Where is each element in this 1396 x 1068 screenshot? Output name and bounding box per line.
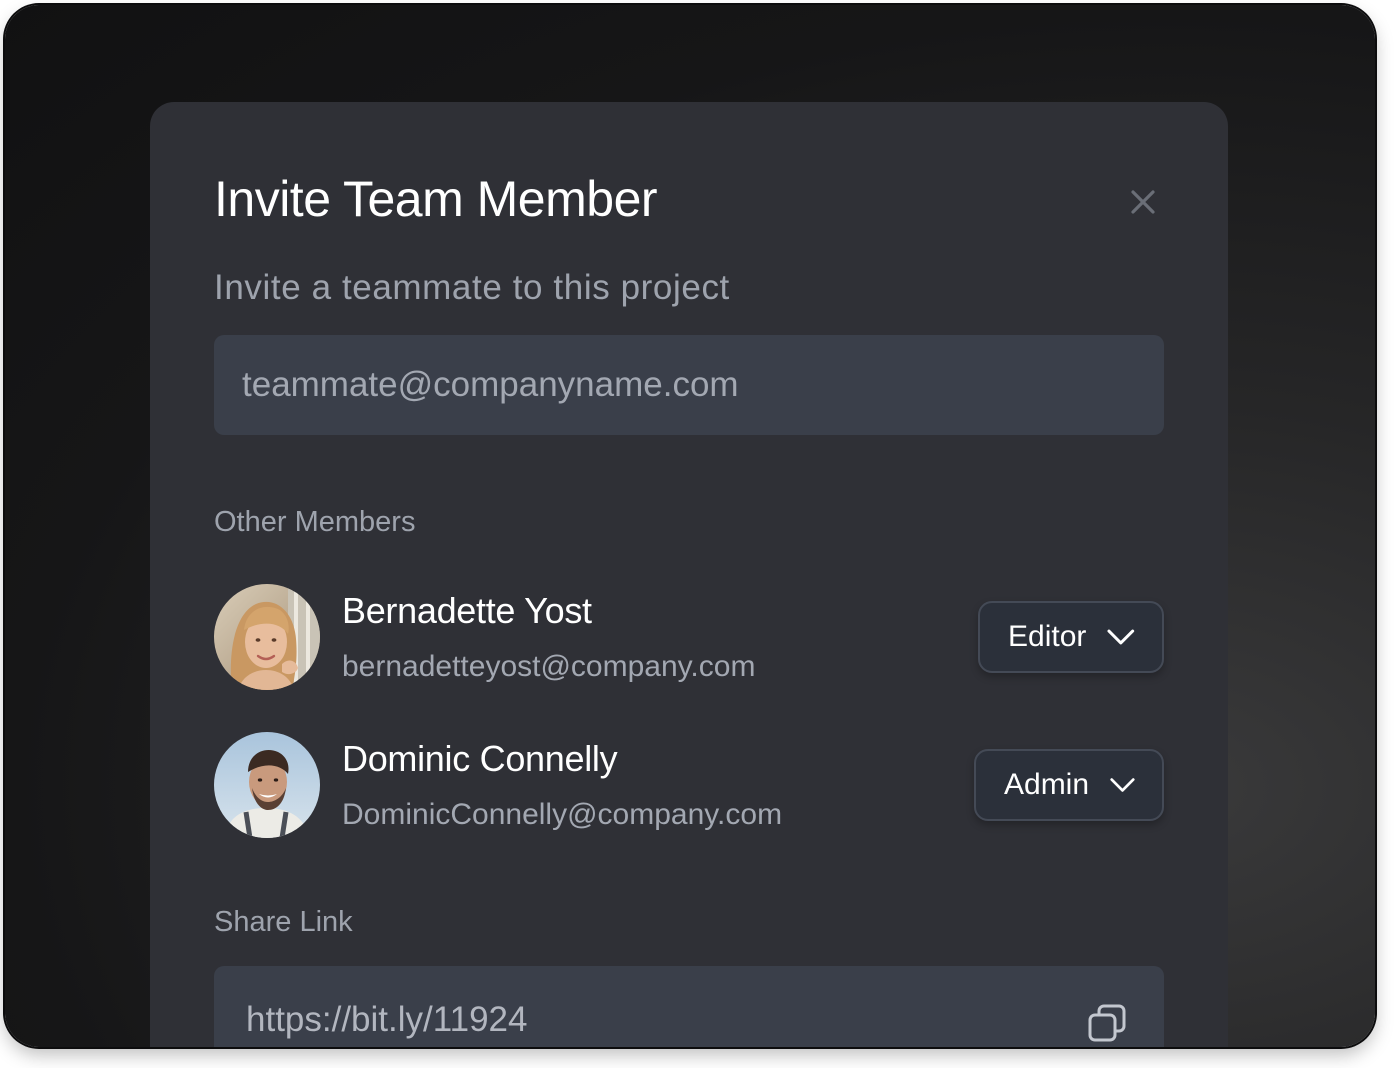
- copy-link-button[interactable]: [1086, 1002, 1128, 1044]
- avatar: [214, 584, 320, 690]
- role-dropdown-editor[interactable]: Editor: [978, 601, 1164, 673]
- chevron-down-icon: [1107, 629, 1135, 645]
- role-label: Editor: [1008, 620, 1087, 653]
- member-row: Bernadette Yost bernadetteyost@company.c…: [214, 584, 1164, 694]
- modal-subtitle: Invite a teammate to this project: [214, 268, 730, 307]
- share-link-label: Share Link: [214, 906, 353, 938]
- role-dropdown-admin[interactable]: Admin: [974, 749, 1164, 821]
- email-input[interactable]: [214, 335, 1164, 435]
- member-name: Bernadette Yost: [342, 590, 592, 631]
- avatar-photo: [214, 584, 320, 690]
- member-row: Dominic Connelly DominicConnelly@company…: [214, 732, 1164, 842]
- invite-modal: Invite Team Member Invite a teammate to …: [150, 102, 1228, 1047]
- share-link-value: https://bit.ly/11924: [246, 1000, 528, 1039]
- role-label: Admin: [1004, 768, 1090, 801]
- close-button[interactable]: [1126, 185, 1160, 219]
- chevron-down-icon: [1110, 778, 1135, 792]
- modal-title: Invite Team Member: [214, 171, 658, 227]
- avatar: [214, 732, 320, 838]
- app-window: Invite Team Member Invite a teammate to …: [5, 5, 1375, 1047]
- avatar-photo: [214, 732, 320, 838]
- member-name: Dominic Connelly: [342, 738, 618, 779]
- share-link-field[interactable]: https://bit.ly/11924: [214, 966, 1164, 1047]
- member-email: DominicConnelly@company.com: [342, 798, 783, 831]
- copy-icon: [1088, 1004, 1126, 1042]
- other-members-label: Other Members: [214, 506, 416, 538]
- member-email: bernadetteyost@company.com: [342, 650, 756, 683]
- close-icon: [1131, 190, 1155, 214]
